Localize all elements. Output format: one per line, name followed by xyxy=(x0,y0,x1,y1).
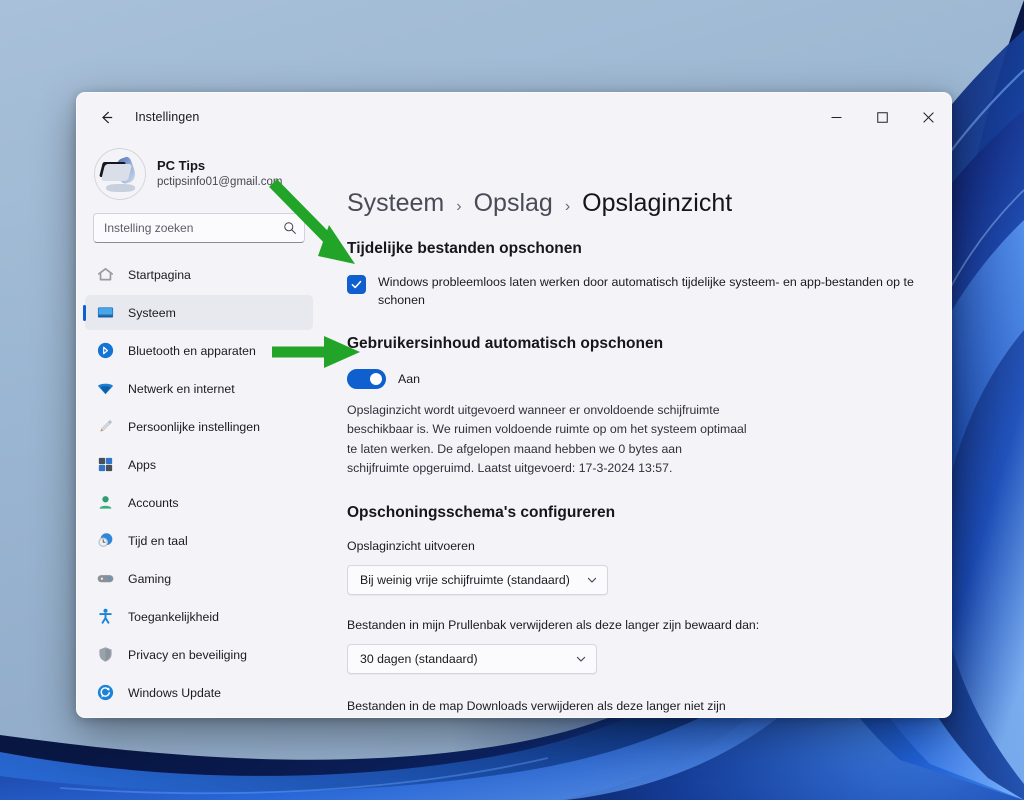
sidebar-item-label: Apps xyxy=(128,457,157,472)
account-email: pctipsinfo01@gmail.com xyxy=(157,176,283,189)
sidebar-item-label: Privacy en beveiliging xyxy=(128,647,247,662)
temp-files-checkbox[interactable] xyxy=(347,275,366,294)
search-input[interactable] xyxy=(93,213,305,243)
sidebar-item-gaming[interactable]: Gaming xyxy=(85,561,313,596)
close-icon xyxy=(922,111,934,123)
auto-clean-heading: Gebruikersinhoud automatisch opschonen xyxy=(347,335,664,353)
breadcrumb: Systeem › Opslag › Opslaginzicht xyxy=(347,145,925,240)
sidebar-item-accounts[interactable]: Accounts xyxy=(85,485,313,520)
temp-files-checkbox-label: Windows probleemloos laten werken door a… xyxy=(378,275,914,307)
sidebar-item-label: Tijd en taal xyxy=(128,533,188,548)
schedules-heading: Opschoningsschema's configureren xyxy=(347,503,616,521)
toggle-knob xyxy=(370,373,382,386)
personalization-icon xyxy=(95,417,115,437)
sidebar-item-startpagina[interactable]: Startpagina xyxy=(85,257,313,292)
sidebar-item-label: Toegankelijkheid xyxy=(128,609,219,624)
main-content: Systeem › Opslag › Opslaginzicht Tijdeli… xyxy=(321,141,951,717)
sidebar-item-label: Windows Update xyxy=(128,685,221,700)
sidebar-item-label: Gaming xyxy=(128,571,172,586)
window-controls xyxy=(813,93,951,141)
downloads-label: Bestanden in de map Downloads verwijdere… xyxy=(347,698,726,717)
auto-clean-description: Opslaginzicht wordt uitgevoerd wanneer e… xyxy=(347,403,747,475)
breadcrumb-item-opslaginzicht: Opslaginzicht xyxy=(582,189,733,217)
temp-files-heading: Tijdelijke bestanden opschonen xyxy=(347,240,582,257)
checkmark-icon xyxy=(351,280,362,289)
sidebar-item-label: Bluetooth en apparaten xyxy=(128,343,256,358)
sidebar-item-label: Accounts xyxy=(128,495,179,510)
sidebar-item-label: Persoonlijke instellingen xyxy=(128,419,260,434)
sidebar-item-bluetooth-en-apparaten[interactable]: Bluetooth en apparaten xyxy=(85,333,313,368)
privacy-shield-icon xyxy=(95,645,115,665)
gaming-icon xyxy=(95,569,115,589)
sidebar-item-label: Netwerk en internet xyxy=(128,381,235,396)
time-language-icon xyxy=(95,531,115,551)
app-title: Instellingen xyxy=(135,110,200,124)
sidebar-item-label: Systeem xyxy=(128,305,176,320)
accessibility-icon xyxy=(95,607,115,627)
chevron-down-icon xyxy=(586,574,598,586)
sidebar-item-toegankelijkheid[interactable]: Toegankelijkheid xyxy=(85,599,313,634)
auto-clean-toggle-state: Aan xyxy=(398,372,421,387)
bluetooth-icon xyxy=(95,341,115,361)
auto-clean-toggle-row[interactable]: Aan xyxy=(347,369,421,390)
sidebar-item-windows-update[interactable]: Windows Update xyxy=(85,675,313,710)
run-storage-sense-value: Bij weinig vrije schijfruimte (standaard… xyxy=(360,572,570,587)
maximize-button[interactable] xyxy=(859,93,905,141)
accounts-icon xyxy=(95,493,115,513)
window-body: PC Tips pctipsinfo01@gmail.com Instellin… xyxy=(77,141,951,717)
avatar xyxy=(95,149,145,199)
home-icon xyxy=(95,265,115,285)
desktop: Instellingen PC Tips pctipsinfo01@gmail.… xyxy=(0,0,1024,800)
sidebar-item-privacy-en-beveiliging[interactable]: Privacy en beveiliging xyxy=(85,637,313,672)
sidebar-item-systeem[interactable]: Systeem xyxy=(85,295,313,330)
sidebar-item-label: Startpagina xyxy=(128,267,191,282)
sidebar-item-netwerk-en-internet[interactable]: Netwerk en internet xyxy=(85,371,313,406)
system-icon xyxy=(95,303,115,323)
breadcrumb-separator: › xyxy=(564,198,571,215)
back-button[interactable] xyxy=(89,102,123,132)
account-block[interactable]: PC Tips pctipsinfo01@gmail.com xyxy=(77,143,321,213)
close-button[interactable] xyxy=(905,93,951,141)
recycle-bin-label: Bestanden in mijn Prullenbak verwijderen… xyxy=(347,617,760,632)
sidebar-item-apps[interactable]: Apps xyxy=(85,447,313,482)
maximize-icon xyxy=(876,111,888,123)
chevron-down-icon xyxy=(575,653,587,665)
recycle-bin-value: 30 dagen (standaard) xyxy=(360,651,478,666)
breadcrumb-item-systeem[interactable]: Systeem xyxy=(347,189,444,218)
apps-icon xyxy=(95,455,115,475)
network-icon xyxy=(95,379,115,399)
run-storage-sense-dropdown[interactable]: Bij weinig vrije schijfruimte (standaard… xyxy=(347,564,608,595)
windows-update-icon xyxy=(95,683,115,703)
downloads-field-group: Bestanden in de map Downloads verwijdere… xyxy=(347,698,925,717)
minimize-icon xyxy=(831,116,841,118)
sidebar: PC Tips pctipsinfo01@gmail.com Instellin… xyxy=(77,141,321,717)
sidebar-nav-list: Startpagina Systeem Bluetooth en apparat… xyxy=(77,257,321,717)
account-name: PC Tips xyxy=(157,157,206,173)
temp-files-checkbox-row[interactable]: Windows probleemloos laten werken door a… xyxy=(347,274,925,309)
auto-clean-toggle[interactable] xyxy=(347,369,386,390)
breadcrumb-item-opslag[interactable]: Opslag xyxy=(474,189,553,218)
settings-window: Instellingen PC Tips pctipsinfo01@gmail.… xyxy=(76,92,952,718)
sidebar-item-tijd-en-taal[interactable]: Tijd en taal xyxy=(85,523,313,558)
minimize-button[interactable] xyxy=(813,93,859,141)
back-arrow-icon xyxy=(101,111,112,123)
recycle-bin-dropdown[interactable]: 30 dagen (standaard) xyxy=(347,643,597,674)
run-storage-sense-label: Opslaginzicht uitvoeren xyxy=(347,538,475,553)
window-titlebar: Instellingen xyxy=(77,93,951,141)
breadcrumb-separator: › xyxy=(456,198,462,215)
search-box xyxy=(93,213,305,243)
sidebar-item-persoonlijke-instellingen[interactable]: Persoonlijke instellingen xyxy=(85,409,313,444)
